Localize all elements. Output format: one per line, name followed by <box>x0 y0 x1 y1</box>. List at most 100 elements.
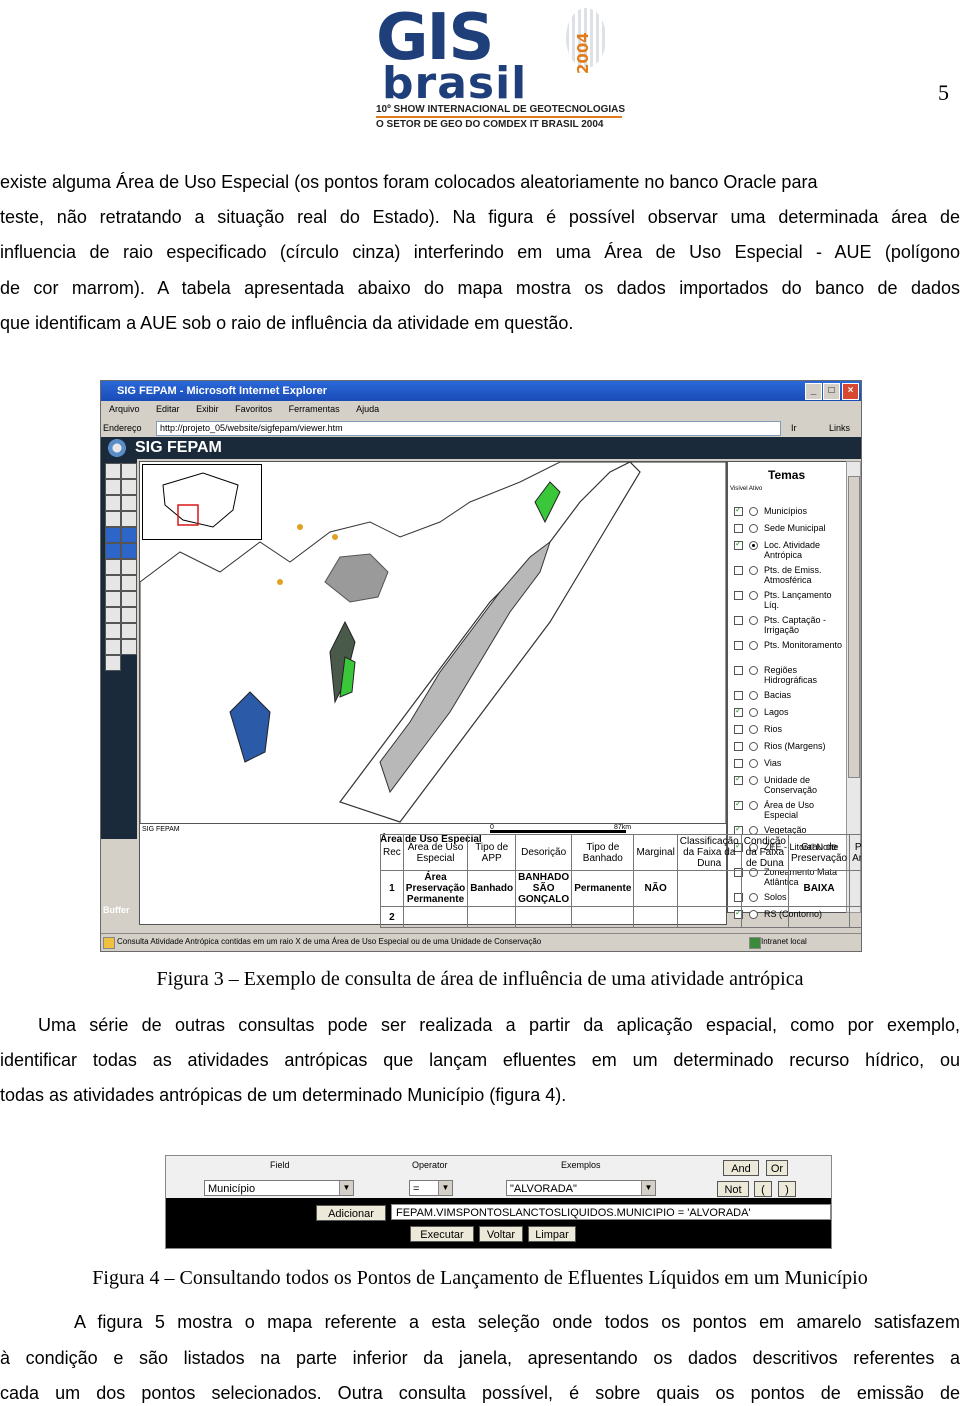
active-radio[interactable] <box>749 541 758 550</box>
query-expression-input[interactable]: FEPAM.VIMSPONTOSLANCTOSLIQUIDOS.MUNICIPI… <box>391 1204 831 1220</box>
table-cell: Banhado <box>467 870 517 907</box>
or-button[interactable]: Or <box>766 1160 788 1176</box>
chevron-down-icon[interactable]: ▼ <box>641 1181 655 1195</box>
active-radio[interactable] <box>749 759 758 768</box>
active-radio[interactable] <box>749 507 758 516</box>
scrollbar-thumb[interactable] <box>848 476 860 778</box>
table-row[interactable]: 1 Área Preservação Permanente Banhado BANHA… <box>380 870 861 907</box>
figure-4-caption: Figura 4 – Consultando todos os Pontos d… <box>92 1267 868 1289</box>
map-view[interactable] <box>139 461 727 833</box>
clear-button[interactable]: Limpar <box>528 1226 576 1242</box>
active-radio[interactable] <box>749 742 758 751</box>
theme-label: Pts. Lançamento Líq. <box>764 590 832 610</box>
visible-checkbox[interactable] <box>734 759 743 768</box>
links-button[interactable]: Links <box>829 419 850 437</box>
visible-checkbox[interactable] <box>734 524 743 533</box>
operator-select[interactable]: = ▼ <box>409 1180 453 1196</box>
visible-checkbox[interactable] <box>734 591 743 600</box>
chevron-down-icon[interactable]: ▼ <box>339 1181 353 1195</box>
visible-checkbox[interactable] <box>734 666 743 675</box>
active-radio[interactable] <box>749 708 758 717</box>
theme-label: Sede Municipal <box>764 523 826 533</box>
chevron-down-icon[interactable]: ▼ <box>438 1181 452 1195</box>
arrow-up-icon[interactable] <box>105 527 121 543</box>
hand-icon[interactable] <box>121 511 137 527</box>
overview-map[interactable] <box>142 464 262 540</box>
field-select[interactable]: Município ▼ <box>204 1180 354 1196</box>
pan-icon[interactable] <box>105 511 121 527</box>
visible-checkbox[interactable] <box>734 706 743 717</box>
visible-checkbox[interactable] <box>734 799 743 810</box>
close-paren-button[interactable]: ) <box>778 1181 796 1197</box>
info-icon[interactable] <box>105 559 121 575</box>
active-radio[interactable] <box>749 524 758 533</box>
tool-icon[interactable] <box>121 607 137 623</box>
not-button[interactable]: Not <box>717 1181 749 1197</box>
tool-icon[interactable] <box>121 591 137 607</box>
menu-exibir[interactable]: Exibir <box>196 404 219 414</box>
visible-checkbox[interactable] <box>734 505 743 516</box>
visible-checkbox[interactable] <box>734 725 743 734</box>
visible-checkbox[interactable] <box>734 742 743 751</box>
app-title: SIG FEPAM <box>135 439 222 456</box>
and-button[interactable]: And <box>723 1160 759 1176</box>
arrow-down-icon[interactable] <box>121 527 137 543</box>
print-icon[interactable] <box>105 655 121 671</box>
maximize-button[interactable]: □ <box>823 383 840 400</box>
go-button[interactable]: Ir <box>791 419 797 437</box>
menu-arquivo[interactable]: Arquivo <box>109 404 140 414</box>
tool-icon[interactable] <box>105 591 121 607</box>
active-radio[interactable] <box>749 801 758 810</box>
table-header-cell: Condição da Faixa de Duna <box>740 834 789 871</box>
active-radio[interactable] <box>749 616 758 625</box>
active-radio[interactable] <box>749 691 758 700</box>
minimize-button[interactable]: _ <box>805 383 822 400</box>
arrow-right-icon[interactable] <box>121 543 137 559</box>
logo-year: 2004 <box>574 32 592 74</box>
add-button[interactable]: Adicionar <box>316 1205 386 1221</box>
zoom-in-icon[interactable] <box>105 479 121 495</box>
execute-button[interactable]: Executar <box>410 1226 474 1242</box>
visible-checkbox[interactable] <box>734 566 743 575</box>
zoom-out-icon[interactable] <box>121 479 137 495</box>
active-radio[interactable] <box>749 591 758 600</box>
intranet-icon <box>749 937 761 949</box>
active-radio[interactable] <box>749 641 758 650</box>
tool-icon[interactable] <box>105 575 121 591</box>
address-input[interactable]: http://projeto_05/website/sigfepam/viewe… <box>156 421 781 436</box>
menu-editar[interactable]: Editar <box>156 404 180 414</box>
open-paren-button[interactable]: ( <box>754 1181 772 1197</box>
tool-icon[interactable] <box>105 607 121 623</box>
tool-icon[interactable] <box>105 639 121 655</box>
tool-icon[interactable] <box>121 575 137 591</box>
address-bar: Endereço http://projeto_05/website/sigfe… <box>101 419 861 437</box>
tool-icon[interactable] <box>105 623 121 639</box>
visible-checkbox[interactable] <box>734 616 743 625</box>
active-radio[interactable] <box>749 725 758 734</box>
menu-favoritos[interactable]: Favoritos <box>235 404 272 414</box>
visible-checkbox[interactable] <box>734 641 743 650</box>
menu-ferramentas[interactable]: Ferramentas <box>289 404 340 414</box>
page-number: 5 <box>938 80 949 105</box>
active-radio[interactable] <box>749 666 758 675</box>
tool-icon[interactable] <box>105 495 121 511</box>
table-cell: Permanente <box>571 870 635 907</box>
visible-checkbox[interactable] <box>734 539 743 550</box>
visible-checkbox[interactable] <box>734 774 743 785</box>
find-icon[interactable] <box>121 559 137 575</box>
table-row[interactable]: 2 <box>380 906 861 928</box>
back-button[interactable]: Voltar <box>479 1226 523 1242</box>
active-radio[interactable] <box>749 566 758 575</box>
menu-ajuda[interactable]: Ajuda <box>356 404 379 414</box>
example-select[interactable]: "ALVORADA" ▼ <box>506 1180 656 1196</box>
tool-icon[interactable] <box>121 495 137 511</box>
visible-checkbox[interactable] <box>734 691 743 700</box>
close-button[interactable]: × <box>842 383 859 400</box>
tool-icon[interactable] <box>121 623 137 639</box>
buffer-label[interactable]: Buffer <box>103 905 130 915</box>
arrow-left-icon[interactable] <box>105 543 121 559</box>
tool-icon[interactable] <box>121 463 137 479</box>
active-radio[interactable] <box>749 776 758 785</box>
tool-icon[interactable] <box>121 639 137 655</box>
tool-icon[interactable] <box>105 463 121 479</box>
